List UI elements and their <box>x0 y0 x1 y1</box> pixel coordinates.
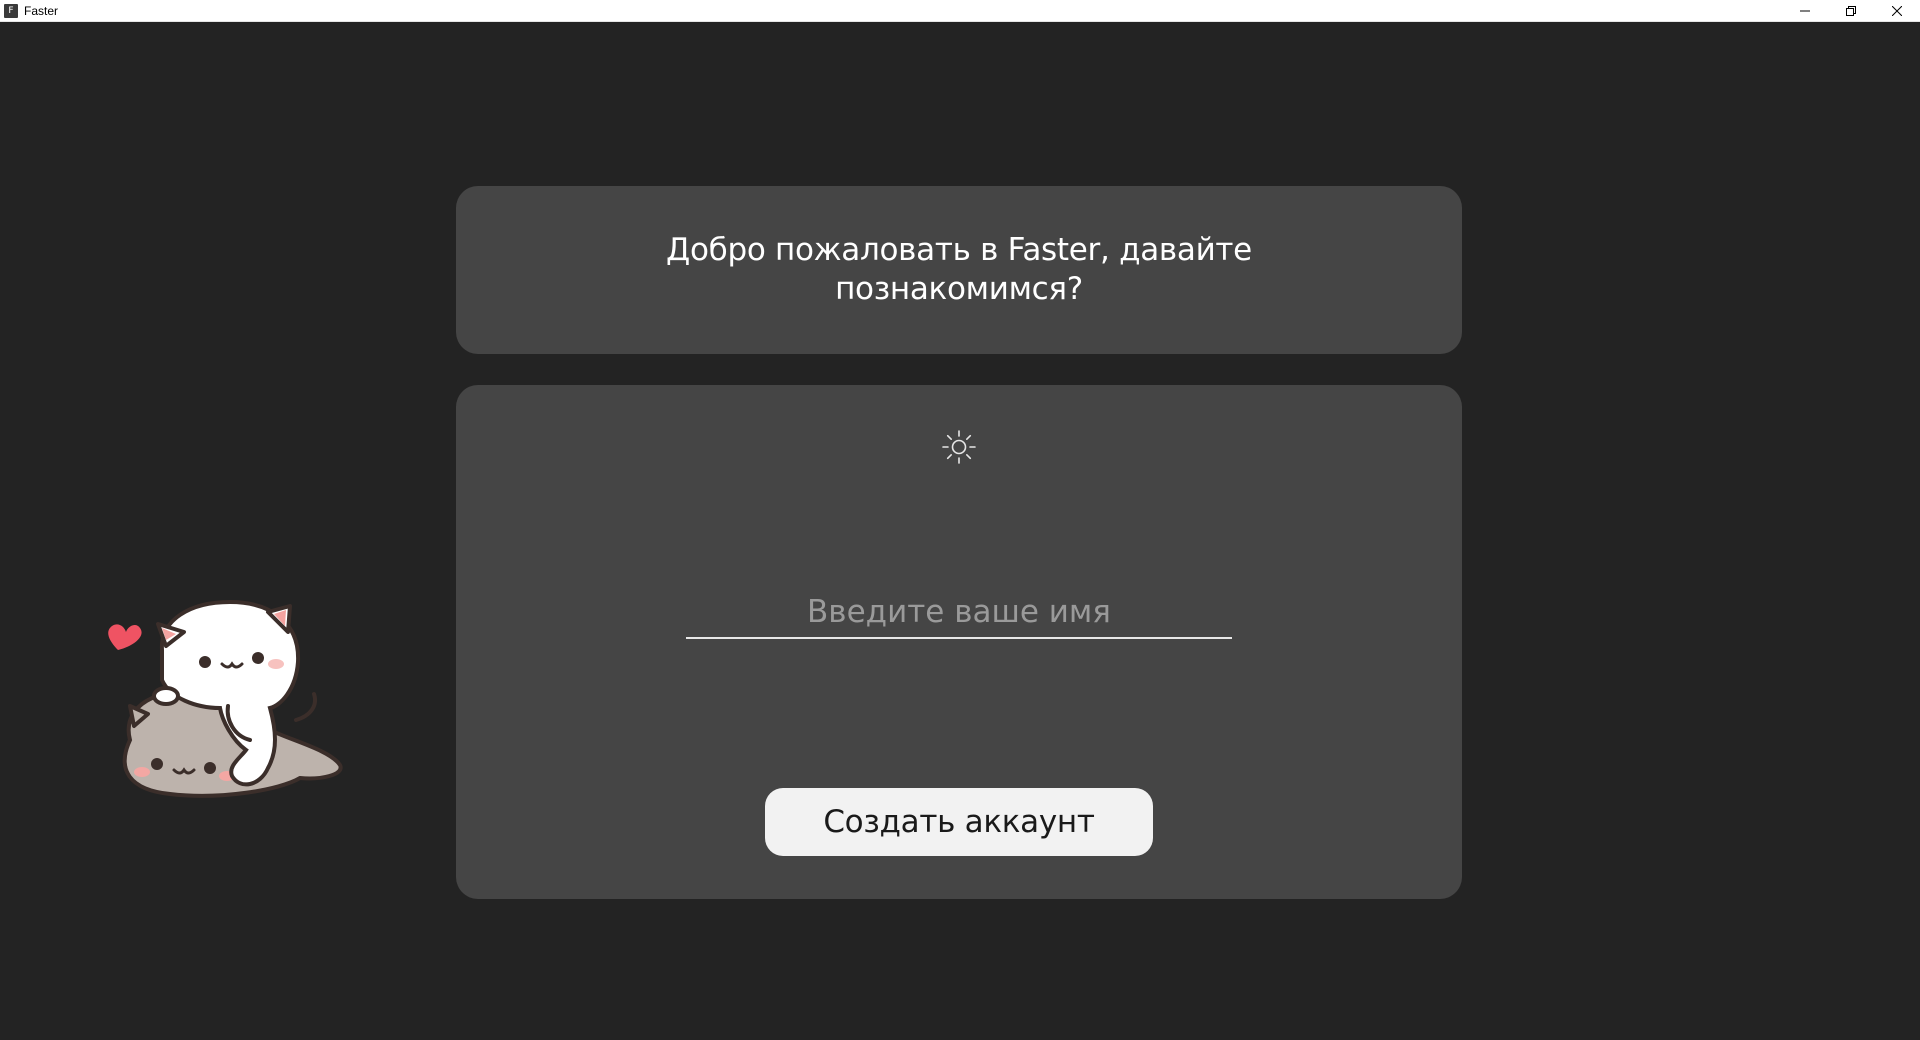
sun-icon <box>942 430 976 464</box>
restore-button[interactable] <box>1828 0 1874 22</box>
cats-illustration-icon <box>108 599 343 798</box>
app-window: F Faster Добро пожаловать в Faster, дава… <box>0 0 1920 1040</box>
window-controls <box>1782 0 1920 22</box>
name-input[interactable] <box>686 591 1232 639</box>
welcome-panel: Добро пожаловать в Faster, давайте позна… <box>456 186 1462 354</box>
window-title: Faster <box>24 3 59 18</box>
welcome-heading: Добро пожаловать в Faster, давайте позна… <box>666 232 1252 307</box>
close-button[interactable] <box>1874 0 1920 22</box>
app-icon: F <box>4 3 18 18</box>
minimize-button[interactable] <box>1782 0 1828 22</box>
create-account-button[interactable]: Создать аккаунт <box>765 788 1153 856</box>
minimize-icon <box>1800 10 1810 12</box>
close-icon <box>1892 6 1902 16</box>
title-bar: F Faster <box>0 0 1920 22</box>
theme-toggle-button[interactable] <box>939 427 979 467</box>
restore-icon <box>1846 6 1856 16</box>
registration-form-panel: Создать аккаунт <box>456 385 1462 899</box>
